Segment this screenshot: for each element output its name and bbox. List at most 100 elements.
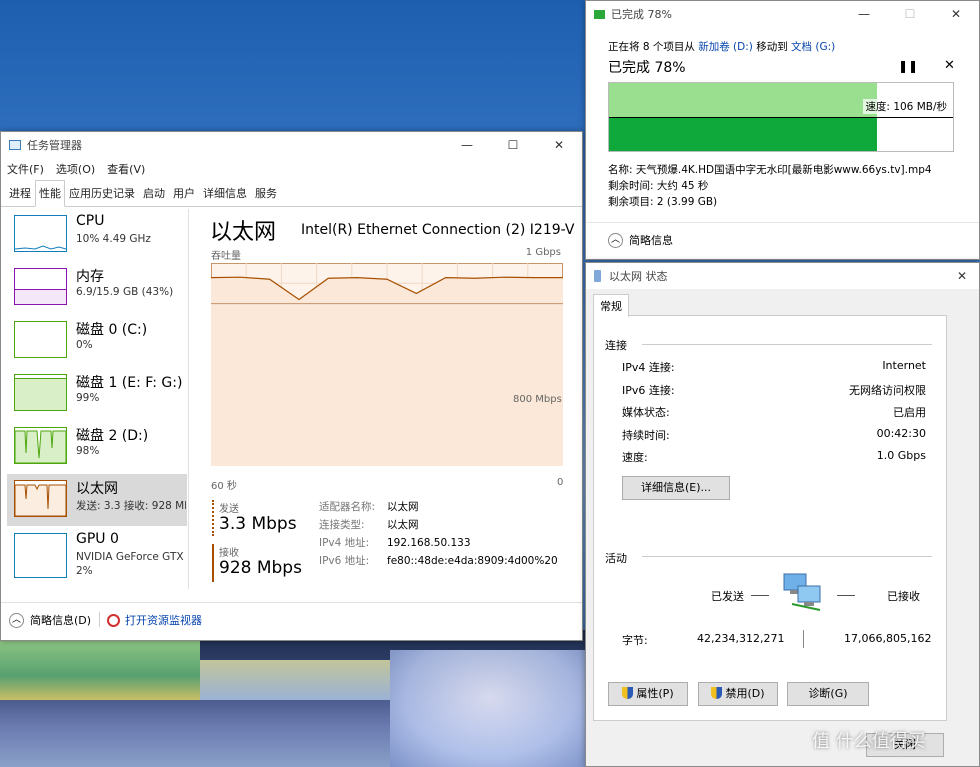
sidebar-item-label: 磁盘 2 (D:) xyxy=(76,428,149,444)
disk2-thumbnail xyxy=(14,427,67,464)
properties-button[interactable]: 属性(P) xyxy=(608,682,688,706)
sidebar-item-gpu[interactable]: GPU 0 NVIDIA GeForce GTX 2% xyxy=(7,527,187,585)
chevron-up-icon: ︿ xyxy=(9,612,24,628)
graph-x-left-label: 60 秒 xyxy=(211,481,237,492)
detail-ipv6: IPv6 地址: fe80::48de:e4da:8909:4d00%20 xyxy=(319,555,558,567)
send-indicator xyxy=(212,500,214,536)
speed-label: 速度: 106 MB/秒 xyxy=(863,99,949,114)
copy-brief-label: 简略信息 xyxy=(629,234,673,247)
properties-label: 属性(P) xyxy=(636,687,674,700)
menu-file[interactable]: 文件(F) xyxy=(7,161,44,177)
sidebar-item-value-2: 2% xyxy=(76,565,93,577)
graph-max-label: 1 Gbps xyxy=(525,247,561,258)
received-label: 已接收 xyxy=(887,590,920,603)
connection-row-key: 持续时间: xyxy=(622,428,670,442)
menu-view[interactable]: 查看(V) xyxy=(107,161,145,177)
current-speed-line xyxy=(609,117,953,118)
sidebar-item-label: 磁盘 1 (E: F: G:) xyxy=(76,375,183,391)
copy-titlebar[interactable]: 已完成 78% — ☐ ✕ xyxy=(586,1,979,27)
maximize-button[interactable]: ☐ xyxy=(490,138,536,152)
close-button[interactable]: ✕ xyxy=(957,269,967,283)
destination-link[interactable]: 文档 (G:) xyxy=(791,41,835,53)
brief-info-label: 简略信息(D) xyxy=(30,614,92,627)
brief-info-toggle[interactable]: ︿ 简略信息(D) xyxy=(9,612,91,628)
speed-history-fill xyxy=(609,117,878,151)
tab-details[interactable]: 详细信息 xyxy=(199,180,251,206)
sidebar-item-cpu[interactable]: CPU 10% 4.49 GHz xyxy=(7,209,187,261)
cancel-button[interactable]: ✕ xyxy=(944,58,955,73)
sidebar-item-label: 以太网 xyxy=(76,481,118,497)
source-link[interactable]: 新加卷 (D:) xyxy=(698,41,753,53)
connection-row-value: Internet xyxy=(882,359,926,372)
sidebar-item-memory[interactable]: 内存 6.9/15.9 GB (43%) xyxy=(7,262,187,314)
uac-shield-icon xyxy=(711,687,723,699)
receive-series-area xyxy=(211,277,563,466)
maximize-button[interactable]: ☐ xyxy=(887,7,933,21)
tab-services[interactable]: 服务 xyxy=(251,180,281,206)
section-rule xyxy=(642,556,932,557)
general-tab-panel: 连接 IPv4 连接: Internet IPv6 连接: 无网络访问权限 媒体状态: 已… xyxy=(593,315,947,721)
pause-button[interactable]: ❚❚ xyxy=(898,59,918,73)
ethernet-window-title: 以太网 状态 xyxy=(609,270,668,283)
disable-button[interactable]: 禁用(D) xyxy=(698,682,778,706)
ethernet-status-window: 以太网 状态 ✕ 常规 连接 IPv4 连接: Internet IPv6 连接: 无… xyxy=(585,262,980,767)
sidebar-item-disk0[interactable]: 磁盘 0 (C:) 0% xyxy=(7,315,187,367)
received-dash xyxy=(837,595,855,596)
sidebar-item-value: NVIDIA GeForce GTX xyxy=(76,551,184,563)
open-resource-monitor-link[interactable]: 打开资源监视器 xyxy=(107,612,202,628)
tab-general[interactable]: 常规 xyxy=(593,294,629,317)
detail-type: 连接类型: 以太网 xyxy=(319,519,419,531)
detail-ipv4: IPv4 地址: 192.168.50.133 xyxy=(319,537,471,549)
copy-line-prefix: 正在将 8 个项目从 xyxy=(608,41,695,53)
details-button[interactable]: 详细信息(E)... xyxy=(622,476,730,500)
menu-options[interactable]: 选项(O) xyxy=(56,161,95,177)
sidebar-item-label: 磁盘 0 (C:) xyxy=(76,322,148,338)
tab-startup[interactable]: 启动 xyxy=(139,180,169,206)
remaining-time: 剩余时间: 大约 45 秒 xyxy=(608,180,709,192)
adapter-name: Intel(R) Ethernet Connection (2) I219-V xyxy=(301,222,575,238)
bytes-label: 字节: xyxy=(622,634,648,647)
sidebar-divider xyxy=(188,209,189,589)
connection-row-value: 已启用 xyxy=(893,406,926,419)
window-title: 任务管理器 xyxy=(27,139,82,152)
bytes-received-value: 17,066,805,162 xyxy=(844,632,932,645)
cpu-thumbnail xyxy=(14,215,67,252)
tab-users[interactable]: 用户 xyxy=(169,180,199,206)
graph-label: 吞吐量 xyxy=(211,251,241,262)
gpu-thumbnail xyxy=(14,533,67,578)
network-computers-icon xyxy=(780,570,826,612)
task-manager-app-icon xyxy=(9,140,21,150)
uac-shield-icon xyxy=(622,687,634,699)
sidebar-item-disk2[interactable]: 磁盘 2 (D:) 98% xyxy=(7,421,187,473)
minimize-button[interactable]: — xyxy=(444,138,490,152)
site-watermark: 值 什么值得买 xyxy=(812,731,926,752)
disable-label: 禁用(D) xyxy=(725,687,765,700)
tab-processes[interactable]: 进程 xyxy=(5,180,35,206)
connection-section-title: 连接 xyxy=(605,339,627,352)
close-button[interactable]: ✕ xyxy=(933,7,979,21)
recv-value: 928 Mbps xyxy=(219,558,302,578)
task-manager-titlebar[interactable]: 任务管理器 — ☐ ✕ xyxy=(1,132,582,158)
copy-brief-toggle[interactable]: ︿ 简略信息 xyxy=(608,232,673,248)
footer-separator xyxy=(99,612,100,627)
tab-performance[interactable]: 性能 xyxy=(35,180,65,207)
connection-row-key: 媒体状态: xyxy=(622,406,670,419)
copy-icon xyxy=(594,9,605,19)
copy-operation-line: 正在将 8 个项目从 新加卷 (D:) 移动到 文档 (G:) xyxy=(608,39,835,54)
tab-app-history[interactable]: 应用历史记录 xyxy=(65,180,139,206)
chevron-up-icon: ︿ xyxy=(608,232,623,248)
close-button[interactable]: ✕ xyxy=(536,138,582,152)
tab-strip: 进程 性能 应用历史记录 启动 用户 详细信息 服务 xyxy=(1,180,582,207)
copy-line-middle: 移动到 xyxy=(756,41,788,53)
ethernet-titlebar[interactable]: 以太网 状态 ✕ xyxy=(586,263,979,289)
send-label: 发送 xyxy=(219,504,239,515)
throughput-graph xyxy=(211,263,563,466)
sidebar-item-label: GPU 0 xyxy=(76,531,119,547)
sidebar-item-ethernet[interactable]: 以太网 发送: 3.3 接收: 928 Mbps xyxy=(7,474,187,526)
diagnose-button[interactable]: 诊断(G) xyxy=(787,682,869,706)
sidebar-item-disk1[interactable]: 磁盘 1 (E: F: G:) 99% xyxy=(7,368,187,420)
minimize-button[interactable]: — xyxy=(841,7,887,21)
copy-footer-divider xyxy=(586,222,979,223)
connection-row-value: 无网络访问权限 xyxy=(849,383,926,397)
sidebar-item-value: 10% 4.49 GHz xyxy=(76,233,151,245)
